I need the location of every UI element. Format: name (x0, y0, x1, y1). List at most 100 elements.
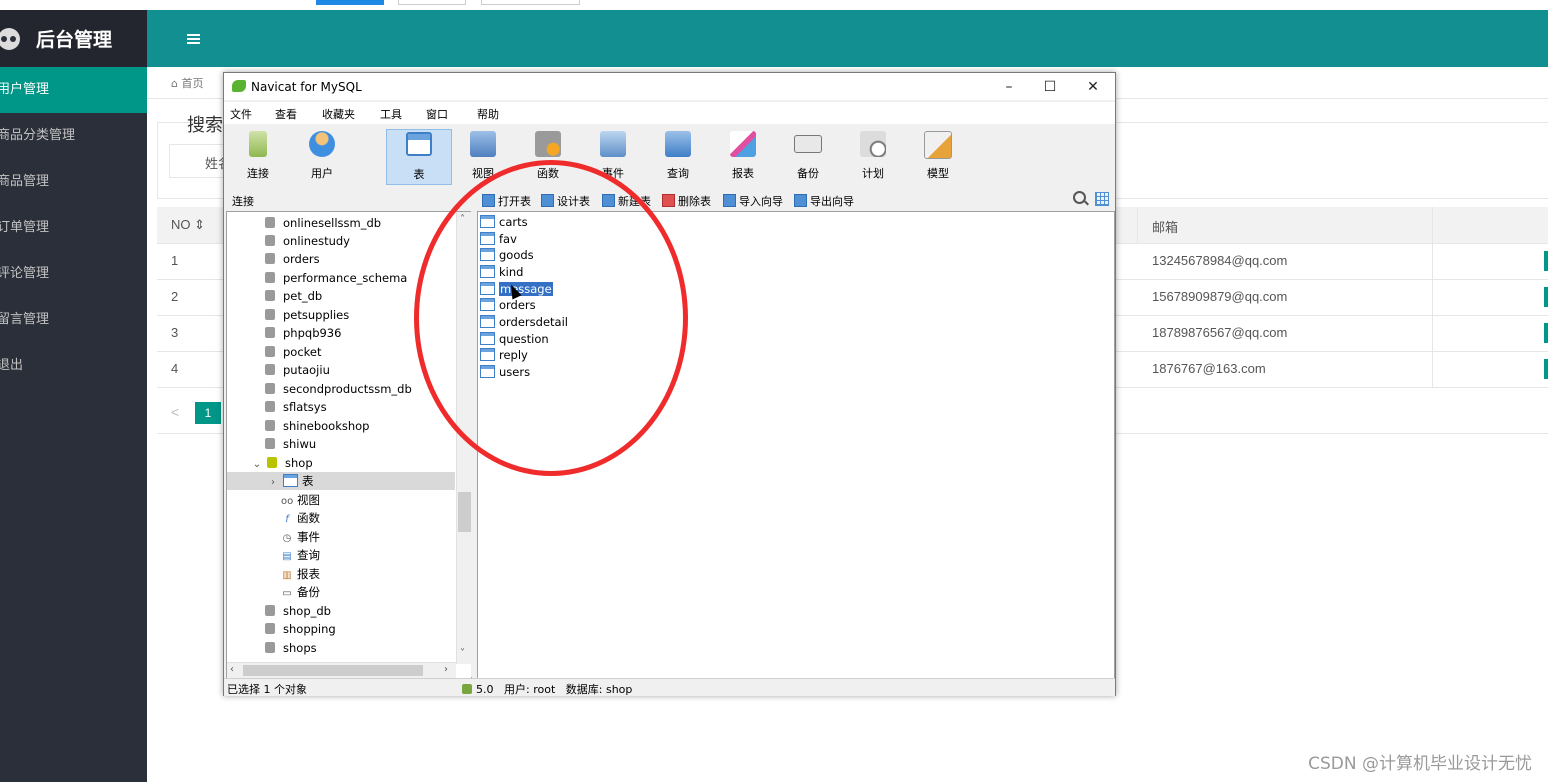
toolbar-user-button[interactable]: 用户 (290, 129, 354, 183)
scroll-right-icon[interactable]: › (444, 664, 448, 675)
delete-table-button[interactable]: 删除表 (662, 193, 711, 209)
header-no[interactable]: NO ⇕ (171, 217, 205, 233)
tree-item-db[interactable]: shop_db (227, 602, 471, 620)
toolbar-model-button[interactable]: 模型 (906, 129, 970, 183)
table-item-users[interactable]: users (480, 364, 530, 380)
menu-help[interactable]: 帮助 (477, 106, 499, 122)
tree-item-reports[interactable]: ▥ 报表 (227, 565, 471, 583)
open-table-button[interactable]: 打开表 (482, 193, 531, 209)
menu-item-comments[interactable]: 评论管理 (0, 251, 147, 297)
table-item-fav[interactable]: fav (480, 231, 517, 247)
toolbar-backup-button[interactable]: 备份 (776, 129, 840, 183)
export-wizard-button[interactable]: 导出向导 (794, 193, 854, 209)
import-wizard-button[interactable]: 导入向导 (723, 193, 783, 209)
scroll-left-icon[interactable]: ‹ (230, 664, 234, 675)
row-action-button[interactable] (1544, 251, 1548, 271)
tree-item-db[interactable]: shiwu (227, 435, 471, 453)
toolbar-table-button[interactable]: 表 (386, 129, 452, 185)
tree-item-tables[interactable]: › 表 (227, 472, 455, 490)
table-item-ordersdetail[interactable]: ordersdetail (480, 314, 568, 330)
menu-item-orders[interactable]: 订单管理 (0, 205, 147, 251)
menu-window[interactable]: 窗口 (426, 106, 448, 122)
toolbar-connection-button[interactable]: 连接 (226, 129, 290, 183)
toolbar-label: 表 (413, 168, 425, 181)
tree-item-db-open[interactable]: ⌄ shop (227, 454, 471, 472)
menu-tools[interactable]: 工具 (380, 106, 402, 122)
tree-item-label: orders (283, 252, 320, 266)
tree-item-label: shinebookshop (283, 419, 370, 433)
tree-horizontal-scrollbar[interactable]: ‹ › (227, 662, 456, 678)
status-database: 数据库: shop (565, 683, 633, 696)
table-item-carts[interactable]: carts (480, 214, 528, 230)
tree-item-db[interactable]: onlinestudy (227, 232, 471, 250)
status-selection: 已选择 1 个对象 (227, 683, 307, 696)
tree-item-db[interactable]: shinebookshop (227, 417, 471, 435)
tree-item-backups[interactable]: ▭ 备份 (227, 583, 471, 601)
grid-view-icon[interactable] (1095, 192, 1109, 206)
menu-view[interactable]: 查看 (275, 106, 297, 122)
chevron-right-icon[interactable]: › (267, 474, 279, 492)
scroll-up-icon[interactable]: ˄ (460, 214, 465, 225)
scroll-thumb[interactable] (458, 492, 471, 532)
new-table-button[interactable]: 新建表 (602, 193, 651, 209)
table-item-reply[interactable]: reply (480, 347, 528, 363)
menu-item-products[interactable]: 商品管理 (0, 159, 147, 205)
table-item-orders[interactable]: orders (480, 297, 536, 313)
row-action-button[interactable] (1544, 287, 1548, 307)
design-table-button[interactable]: 设计表 (541, 193, 590, 209)
table-item-goods[interactable]: goods (480, 247, 534, 263)
top-tab[interactable] (481, 0, 580, 5)
menu-file[interactable]: 文件 (230, 106, 252, 122)
window-titlebar[interactable]: Navicat for MySQL – ☐ ✕ (224, 73, 1115, 100)
tree-item-db[interactable]: petsupplies (227, 306, 471, 324)
menu-item-users[interactable]: 用户管理 (0, 67, 147, 113)
scroll-thumb[interactable] (243, 665, 423, 676)
tree-item-queries[interactable]: ▤ 查询 (227, 546, 471, 564)
tree-item-db[interactable]: shopping (227, 620, 471, 638)
tree-item-db[interactable]: putaojiu (227, 361, 471, 379)
top-tab-active[interactable] (316, 0, 384, 5)
menu-toggle-icon[interactable] (187, 34, 200, 44)
table-item-question[interactable]: question (480, 331, 549, 347)
toolbar-schedule-button[interactable]: 计划 (841, 129, 905, 183)
tree-item-views[interactable]: oo 视图 (227, 491, 471, 509)
menu-favorites[interactable]: 收藏夹 (322, 106, 355, 122)
minimize-button[interactable]: – (987, 76, 1031, 98)
tree-item-db[interactable]: pet_db (227, 287, 471, 305)
row-action-button[interactable] (1544, 323, 1548, 343)
tree-item-db[interactable]: shops (227, 639, 471, 657)
tree-item-db[interactable]: performance_schema (227, 269, 471, 287)
search-icon[interactable] (1073, 191, 1086, 204)
tree-vertical-scrollbar[interactable]: ˄ ˅ (456, 212, 471, 664)
menu-item-logout[interactable]: 退出 (0, 343, 147, 389)
row-action-button[interactable] (1544, 359, 1548, 379)
close-button[interactable]: ✕ (1071, 76, 1115, 98)
home-tab[interactable]: ⌂ 首页 (171, 75, 203, 91)
tree-item-db[interactable]: secondproductssm_db (227, 380, 471, 398)
toolbar-function-button[interactable]: 函数 (516, 129, 580, 183)
tree-item-db[interactable]: pocket (227, 343, 471, 361)
toolbar-label: 报表 (732, 167, 754, 180)
tree-item-db[interactable]: orders (227, 250, 471, 268)
tree-item-db[interactable]: sflatsys (227, 398, 471, 416)
tree-item-db[interactable]: onlinesellssm_db (227, 214, 471, 232)
pager-prev-button[interactable]: < (161, 400, 189, 424)
toolbar-view-button[interactable]: 视图 (451, 129, 515, 183)
database-icon (265, 364, 275, 375)
menu-item-messages[interactable]: 留言管理 (0, 297, 147, 343)
scroll-down-icon[interactable]: ˅ (460, 648, 465, 659)
top-tab[interactable] (398, 0, 466, 5)
pager-page-1[interactable]: 1 (195, 402, 221, 424)
tree-item-db[interactable]: phpqb936 (227, 324, 471, 342)
open-table-icon (482, 194, 495, 207)
toolbar-event-button[interactable]: 事件 (581, 129, 645, 183)
toolbar-query-button[interactable]: 查询 (646, 129, 710, 183)
toolbar-report-button[interactable]: 报表 (711, 129, 775, 183)
menu-item-categories[interactable]: 商品分类管理 (0, 113, 147, 159)
tree-item-events[interactable]: ◷ 事件 (227, 528, 471, 546)
tree-item-functions[interactable]: f 函数 (227, 509, 471, 527)
maximize-button[interactable]: ☐ (1028, 76, 1072, 98)
status-connection: 5.0 用户: root 数据库: shop (462, 681, 632, 697)
table-item-kind[interactable]: kind (480, 264, 523, 280)
database-icon (265, 235, 275, 246)
